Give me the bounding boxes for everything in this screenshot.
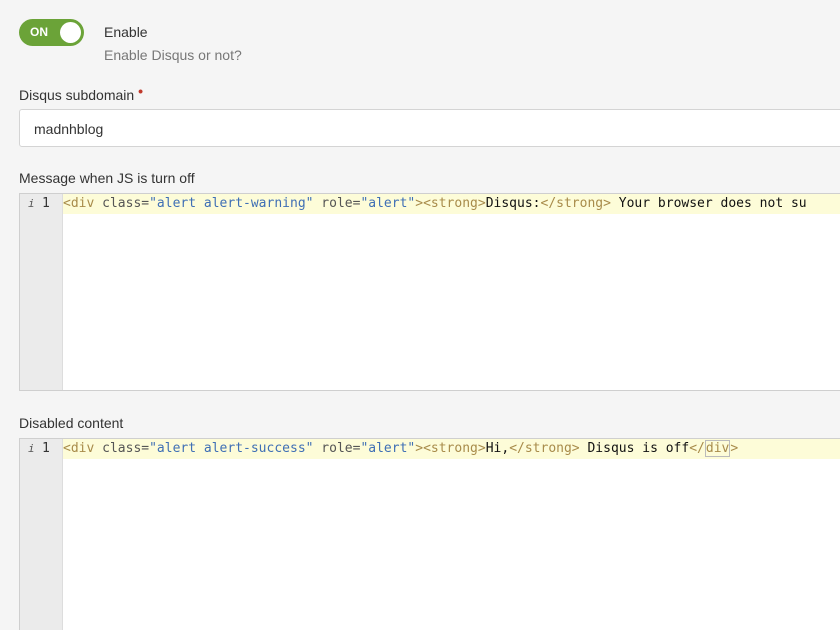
- required-indicator: •: [138, 83, 144, 99]
- code-token: Your browser does not su: [610, 196, 807, 211]
- code-token: </strong>: [540, 196, 611, 211]
- code-token: Hi,: [485, 441, 510, 456]
- line-number: 1: [42, 196, 50, 211]
- editor-gutter: i 1: [20, 194, 63, 390]
- enable-toggle[interactable]: ON: [19, 19, 84, 46]
- code-line[interactable]: <div class="alert alert-warning" role="a…: [63, 194, 840, 214]
- code-token: role: [313, 196, 353, 211]
- code-token: class: [94, 441, 142, 456]
- code-token: "alert": [360, 196, 416, 211]
- info-icon: i: [28, 442, 35, 455]
- code-token: </strong>: [509, 441, 580, 456]
- line-number: 1: [42, 441, 50, 456]
- js-off-code-editor[interactable]: i 1 <div class="alert alert-warning" rol…: [19, 193, 840, 391]
- gutter-line: i 1: [20, 439, 63, 459]
- code-token: Disqus is off: [579, 441, 690, 456]
- code-token: Disqus:: [485, 196, 541, 211]
- gutter-line: i 1: [20, 194, 63, 214]
- info-icon: i: [28, 197, 35, 210]
- editor-gutter: i 1: [20, 439, 63, 630]
- code-token: class: [94, 196, 142, 211]
- toggle-state-label: ON: [30, 25, 48, 39]
- subdomain-input-value: madnhblog: [34, 121, 104, 137]
- subdomain-label-text: Disqus subdomain: [19, 87, 135, 103]
- code-token: =: [141, 441, 150, 456]
- code-token: role: [313, 441, 353, 456]
- enable-title: Enable: [104, 24, 148, 40]
- code-token: <div: [63, 441, 95, 456]
- code-line[interactable]: <div class="alert alert-success" role="a…: [63, 439, 840, 459]
- enable-description: Enable Disqus or not?: [104, 47, 242, 63]
- disabled-content-label: Disabled content: [19, 415, 124, 431]
- code-token: "alert alert-warning": [149, 196, 314, 211]
- matched-tag-token: div: [704, 440, 731, 457]
- code-token: =: [141, 196, 150, 211]
- code-token: ><strong>: [415, 196, 486, 211]
- subdomain-label: Disqus subdomain •: [19, 83, 143, 103]
- code-token: "alert alert-success": [149, 441, 314, 456]
- code-token: <div: [63, 196, 95, 211]
- subdomain-input[interactable]: madnhblog: [19, 109, 840, 147]
- js-off-label: Message when JS is turn off: [19, 170, 195, 186]
- code-token: "alert": [360, 441, 416, 456]
- toggle-knob[interactable]: [60, 22, 81, 43]
- code-token: ><strong>: [415, 441, 486, 456]
- code-token: </: [689, 441, 705, 456]
- code-token: >: [730, 441, 739, 456]
- disabled-content-code-editor[interactable]: i 1 <div class="alert alert-success" rol…: [19, 438, 840, 630]
